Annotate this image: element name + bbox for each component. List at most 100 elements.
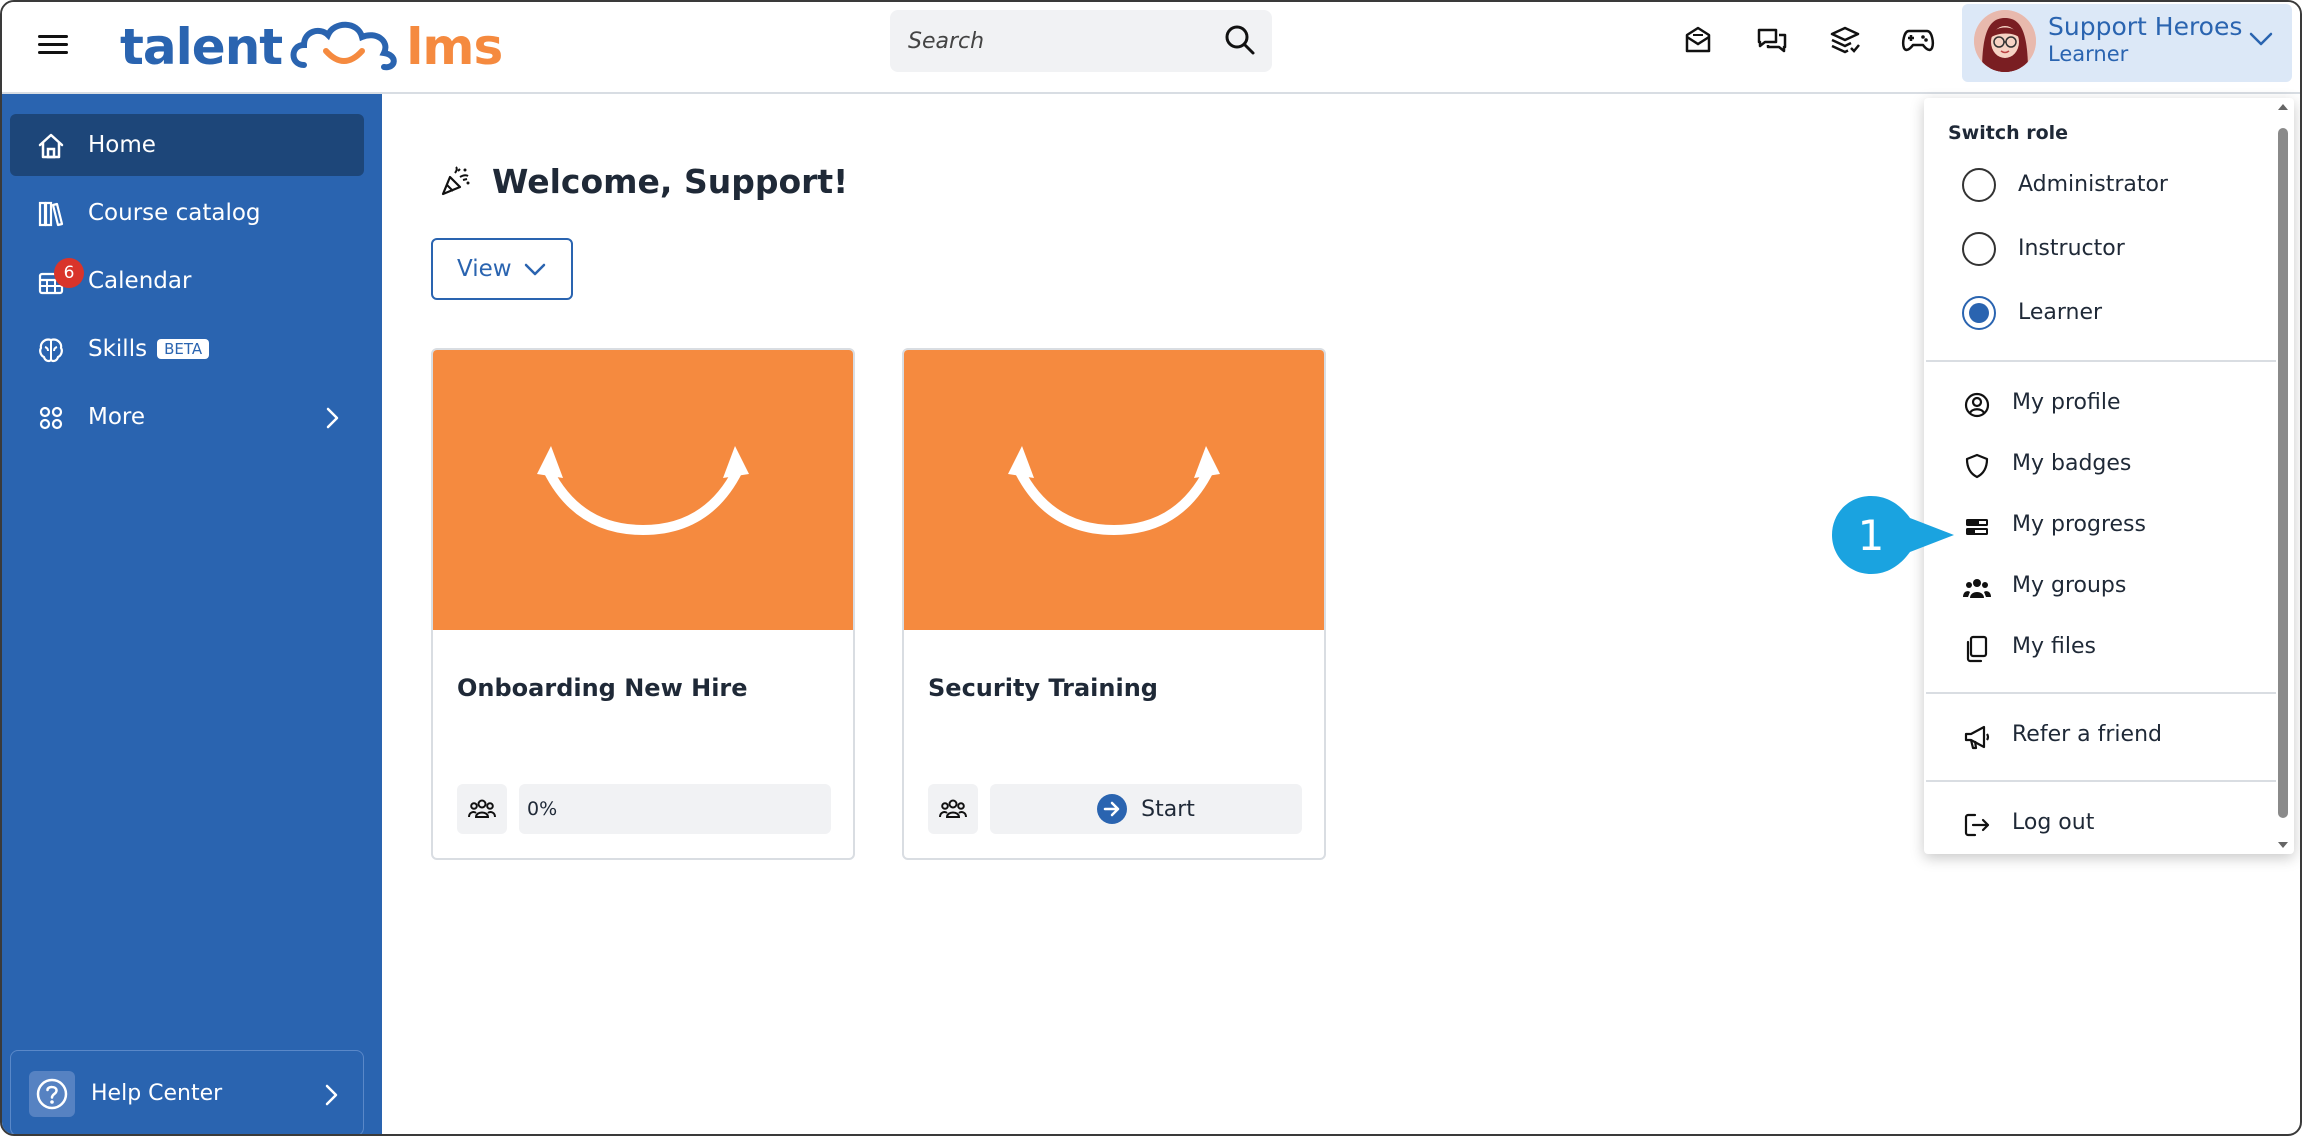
view-label: View [457,256,512,282]
user-name: Support Heroes [2048,12,2243,41]
shield-icon [1965,453,1989,479]
menu-scrollbar[interactable] [2278,128,2288,818]
menu-item-label: Log out [2012,810,2095,835]
start-label: Start [1141,796,1195,822]
chevron-right-icon [326,407,339,429]
logo-text-left: talent [120,18,283,76]
menu-item-label: My groups [2012,573,2127,598]
cloud-logo-icon [290,21,397,71]
role-label[interactable]: Learner [2018,300,2102,325]
menu-item-label: My files [2012,634,2096,659]
home-icon [38,133,64,159]
sidebar: Home Course catalog 6 Calendar Skills BET… [2,94,382,1134]
start-course-button[interactable]: Start [990,784,1302,834]
group-course-icon [457,784,507,834]
chevron-right-icon [325,1084,338,1106]
role-radio-administrator[interactable] [1962,168,1996,202]
step-callout: 1 [1832,496,1956,574]
course-title: Security Training [928,674,1158,702]
user-circle-icon [1964,392,1990,418]
sidebar-item-label: Course catalog [88,200,261,226]
sidebar-item-label: Home [88,132,156,158]
party-popper-icon [441,165,470,195]
messages-icon[interactable] [1678,20,1718,60]
layers-icon[interactable] [1825,20,1865,60]
search-icon[interactable] [1224,24,1256,56]
sidebar-item-more[interactable]: More [10,386,364,448]
help-icon-box [29,1071,75,1117]
sidebar-item-home[interactable]: Home [10,114,364,176]
view-dropdown-button[interactable]: View [431,238,573,300]
group-course-icon [928,784,978,834]
role-radio-instructor[interactable] [1962,232,1996,266]
menu-item-label: My progress [2012,512,2146,537]
course-card-onboarding[interactable]: Onboarding New Hire 0% [431,348,855,860]
user-role: Learner [2048,42,2129,66]
page-title: Welcome, Support! [492,162,849,201]
menu-item-my-profile[interactable]: My profile [1926,378,2276,430]
switch-role-title: Switch role [1948,122,2069,144]
group-icon [1963,579,1991,598]
course-title: Onboarding New Hire [457,674,748,702]
menu-item-label: Refer a friend [2012,722,2162,747]
role-radio-learner[interactable] [1962,296,1996,330]
megaphone-icon [1964,725,1990,750]
step-number: 1 [1857,510,1885,560]
help-center-label: Help Center [91,1081,223,1106]
search-input[interactable] [908,28,1208,54]
talentlms-logo[interactable]: talent lms [120,12,503,82]
books-icon [38,201,64,227]
discussions-icon[interactable] [1752,20,1792,60]
menu-divider [1926,780,2276,782]
gamepad-icon[interactable] [1898,20,1938,60]
scroll-down-arrow[interactable] [2276,840,2290,850]
role-label[interactable]: Administrator [2018,172,2168,197]
progress-icon [1966,519,1988,535]
course-progress: 0% [519,784,831,834]
menu-item-my-badges[interactable]: My badges [1926,439,2276,491]
menu-item-my-groups[interactable]: My groups [1926,561,2276,613]
menu-item-label: My profile [2012,390,2121,415]
course-thumbnail [433,350,853,630]
avatar [1974,10,2036,72]
chevron-down-icon [2249,32,2273,46]
arrow-right-circle-icon [1097,794,1128,824]
sidebar-item-calendar[interactable]: 6 Calendar [10,250,364,312]
sidebar-item-skills[interactable]: Skills BETA [10,318,364,380]
menu-item-my-files[interactable]: My files [1926,622,2276,674]
question-icon [36,1078,68,1110]
files-icon [1966,635,1988,663]
calendar-badge: 6 [54,258,84,288]
chevron-down-icon [524,263,546,276]
grid-icon [39,406,63,430]
help-center-button[interactable]: Help Center [10,1050,364,1134]
brain-icon [39,338,63,363]
sidebar-item-course-catalog[interactable]: Course catalog [10,182,364,244]
search-box [890,10,1272,72]
welcome-header: Welcome, Support! [438,162,848,201]
menu-item-label: My badges [2012,451,2132,476]
beta-badge: BETA [157,339,210,359]
menu-divider [1926,692,2276,694]
menu-item-refer-a-friend[interactable]: Refer a friend [1926,710,2276,762]
role-label[interactable]: Instructor [2018,236,2125,261]
top-bar: talent lms Search Support Heroes Learner [2,2,2300,94]
smile-logo-icon [537,446,749,536]
sidebar-item-label: Skills [88,336,148,362]
scroll-up-arrow[interactable] [2276,102,2290,112]
menu-item-my-progress[interactable]: My progress [1926,500,2276,552]
app-window: talent lms Search Support Heroes Learner… [0,0,2302,1136]
menu-icon[interactable] [38,30,68,60]
logo-text-right: lms [406,18,503,76]
sidebar-item-label: More [88,404,146,430]
course-card-security[interactable]: Security Training Start [902,348,1326,860]
logout-icon [1964,813,1990,837]
sidebar-item-label: Calendar [88,268,192,294]
sidebar-item-skills-text: Skills BETA [88,336,210,362]
menu-item-log-out[interactable]: Log out [1926,798,2276,850]
user-dropdown-menu: Switch role Administrator Instructor Lea… [1924,98,2294,854]
smile-logo-icon [1008,446,1220,536]
user-menu-button[interactable]: Support Heroes Learner [1962,4,2292,82]
course-thumbnail [904,350,1324,630]
menu-divider [1926,360,2276,362]
